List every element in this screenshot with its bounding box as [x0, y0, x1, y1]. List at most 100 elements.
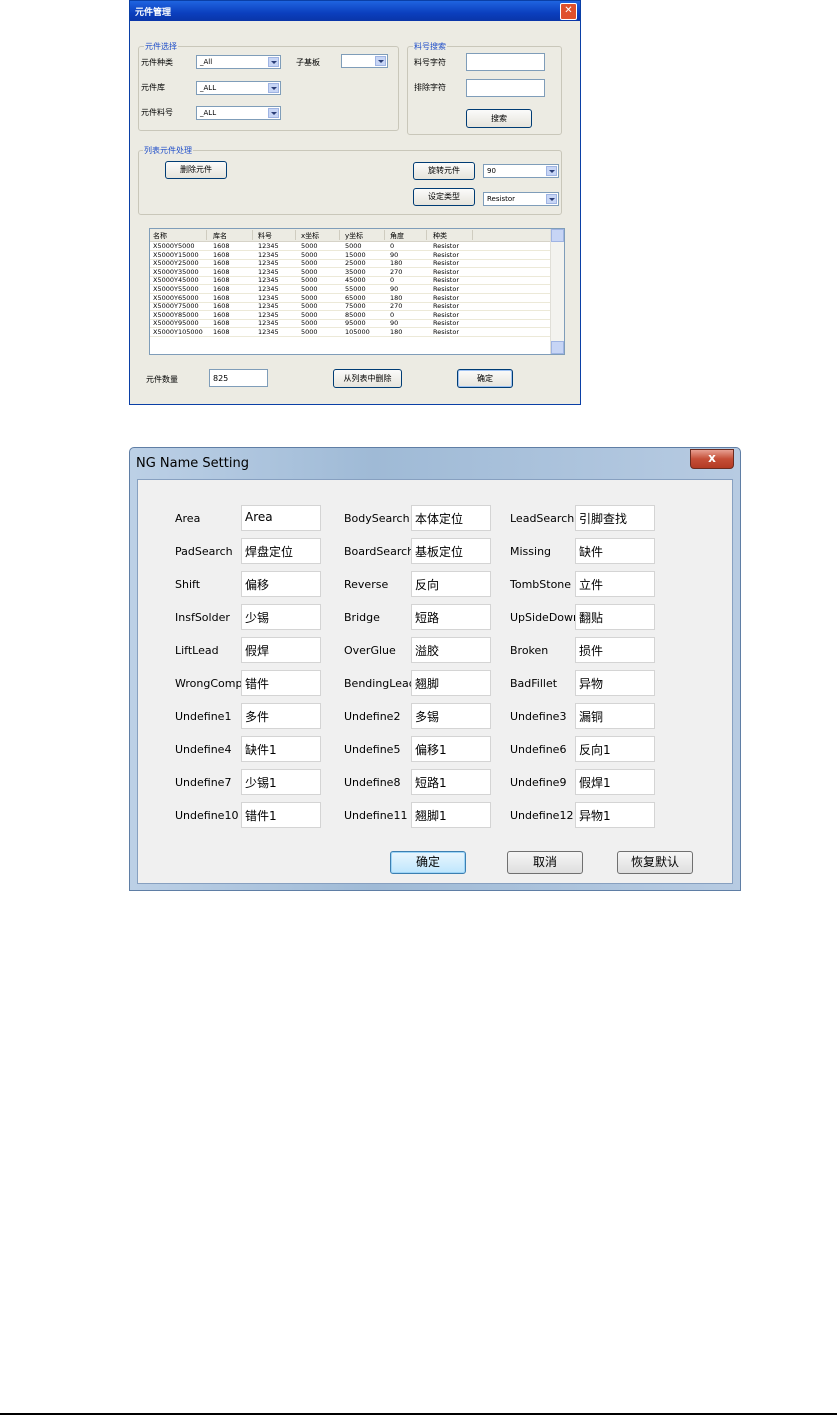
table-cell: 1608	[213, 310, 230, 319]
column-separator	[206, 230, 207, 240]
ng-field-input[interactable]: 溢胶	[411, 637, 491, 663]
ng-field-input[interactable]: 损件	[575, 637, 655, 663]
ng-field-input[interactable]: 翘脚	[411, 670, 491, 696]
title-bar[interactable]: 元件管理 ✕	[130, 1, 580, 21]
ng-field-label: BadFillet	[510, 677, 558, 690]
table-cell: 12345	[258, 267, 279, 276]
ok-button[interactable]: 确定	[390, 851, 466, 874]
ng-field-input[interactable]: 少锡1	[241, 769, 321, 795]
chevron-down-icon[interactable]	[268, 108, 279, 118]
ng-field-input[interactable]: 短路1	[411, 769, 491, 795]
table-cell: 90	[390, 319, 399, 328]
component-selection-label: 元件选择	[144, 41, 178, 52]
restore-default-button[interactable]: 恢复默认	[617, 851, 693, 874]
table-cell: X5000Y95000	[153, 319, 199, 328]
ng-field-input[interactable]: 少锡	[241, 604, 321, 630]
ng-field-input[interactable]: 引脚查找	[575, 505, 655, 531]
ng-field-label: Undefine2	[344, 710, 401, 723]
ng-field-input[interactable]: 缺件	[575, 538, 655, 564]
table-cell: 5000	[301, 319, 318, 328]
search-button[interactable]: 搜索	[466, 109, 532, 128]
ng-field-input[interactable]: 反向1	[575, 736, 655, 762]
component-table[interactable]: 名称 库名 料号 x坐标 y坐标 角度 种类 X5000Y5000 1608 123…	[149, 228, 565, 355]
ng-field-input[interactable]: 本体定位	[411, 505, 491, 531]
ng-field-label: WrongComp	[175, 677, 243, 690]
table-cell: 105000	[345, 328, 370, 336]
table-cell: 45000	[345, 276, 366, 285]
remove-from-list-button[interactable]: 从列表中删除	[333, 369, 402, 388]
ng-field-input[interactable]: 多锡	[411, 703, 491, 729]
ng-field-input[interactable]: Area	[241, 505, 321, 531]
table-cell: 0	[390, 310, 395, 319]
ng-field-input[interactable]: 漏铜	[575, 703, 655, 729]
part-search-label: 料号搜索	[413, 41, 447, 52]
table-cell: Resistor	[433, 302, 459, 311]
ng-field-input[interactable]: 偏移	[241, 571, 321, 597]
scroll-up-icon[interactable]	[551, 229, 564, 242]
chevron-down-icon[interactable]	[375, 56, 386, 66]
exclude-chars-input[interactable]	[466, 79, 545, 97]
table-row[interactable]: X5000Y105000 1608 12345 5000 105000 180 Resist…	[150, 328, 563, 337]
table-cell: 12345	[258, 293, 279, 302]
ng-field-input[interactable]: 反向	[411, 571, 491, 597]
column-header[interactable]: 料号	[258, 231, 272, 241]
ng-field-input[interactable]: 翻贴	[575, 604, 655, 630]
ng-field-input[interactable]: 焊盘定位	[241, 538, 321, 564]
table-cell: 5000	[301, 267, 318, 276]
ng-field-label: Area	[175, 512, 201, 525]
close-button[interactable]: x	[690, 449, 734, 469]
vertical-scrollbar[interactable]	[550, 229, 564, 354]
ng-field-input[interactable]: 翘脚1	[411, 802, 491, 828]
table-cell: X5000Y55000	[153, 285, 199, 293]
close-button[interactable]: ✕	[560, 3, 577, 20]
chevron-down-icon[interactable]	[268, 57, 279, 67]
ng-field-input[interactable]: 假焊1	[575, 769, 655, 795]
ng-field-label: Undefine7	[175, 776, 232, 789]
chevron-down-icon[interactable]	[268, 83, 279, 93]
ng-field-input[interactable]: 错件	[241, 670, 321, 696]
delete-component-button[interactable]: 删除元件	[165, 161, 227, 179]
cancel-button[interactable]: 取消	[507, 851, 583, 874]
ng-field-input[interactable]: 异物1	[575, 802, 655, 828]
rotate-angle-select[interactable]: 90	[483, 164, 559, 178]
library-select[interactable]: _ALL	[196, 81, 281, 95]
sub-board-select[interactable]	[341, 54, 388, 68]
column-header[interactable]: y坐标	[345, 231, 363, 241]
part-number-select[interactable]: _ALL	[196, 106, 281, 120]
chevron-down-icon[interactable]	[546, 194, 557, 204]
ng-field-input[interactable]: 立件	[575, 571, 655, 597]
ok-button[interactable]: 确定	[457, 369, 513, 388]
table-cell: 65000	[345, 293, 366, 302]
ng-field-input[interactable]: 基板定位	[411, 538, 491, 564]
column-header[interactable]: 角度	[390, 231, 404, 241]
ng-field-input[interactable]: 缺件1	[241, 736, 321, 762]
column-header[interactable]: x坐标	[301, 231, 319, 241]
type-select[interactable]: _All	[196, 55, 281, 69]
table-header: 名称 库名 料号 x坐标 y坐标 角度 种类	[150, 229, 564, 242]
ng-field-label: Undefine4	[175, 743, 232, 756]
table-cell: Resistor	[433, 293, 459, 302]
scroll-down-icon[interactable]	[551, 341, 564, 354]
ng-field-input[interactable]: 偏移1	[411, 736, 491, 762]
column-header[interactable]: 种类	[433, 231, 447, 241]
ng-field-input[interactable]: 异物	[575, 670, 655, 696]
column-header[interactable]: 名称	[153, 231, 167, 241]
column-header[interactable]: 库名	[213, 231, 227, 241]
ng-field-label: Bridge	[344, 611, 380, 624]
ng-field-label: Undefine1	[175, 710, 232, 723]
rotate-component-button[interactable]: 旋转元件	[413, 162, 475, 180]
table-cell: 12345	[258, 259, 279, 268]
column-separator	[339, 230, 340, 240]
ng-field-label: PadSearch	[175, 545, 233, 558]
ng-field-input[interactable]: 多件	[241, 703, 321, 729]
set-type-button[interactable]: 设定类型	[413, 188, 475, 206]
chevron-down-icon[interactable]	[546, 166, 557, 176]
ng-field-label: OverGlue	[344, 644, 396, 657]
pn-chars-input[interactable]	[466, 53, 545, 71]
ng-field-input[interactable]: 错件1	[241, 802, 321, 828]
ng-field-input[interactable]: 假焊	[241, 637, 321, 663]
ng-field-input[interactable]: 短路	[411, 604, 491, 630]
table-cell: 12345	[258, 328, 279, 336]
table-cell: X5000Y15000	[153, 250, 199, 259]
type-value-select[interactable]: Resistor	[483, 192, 559, 206]
